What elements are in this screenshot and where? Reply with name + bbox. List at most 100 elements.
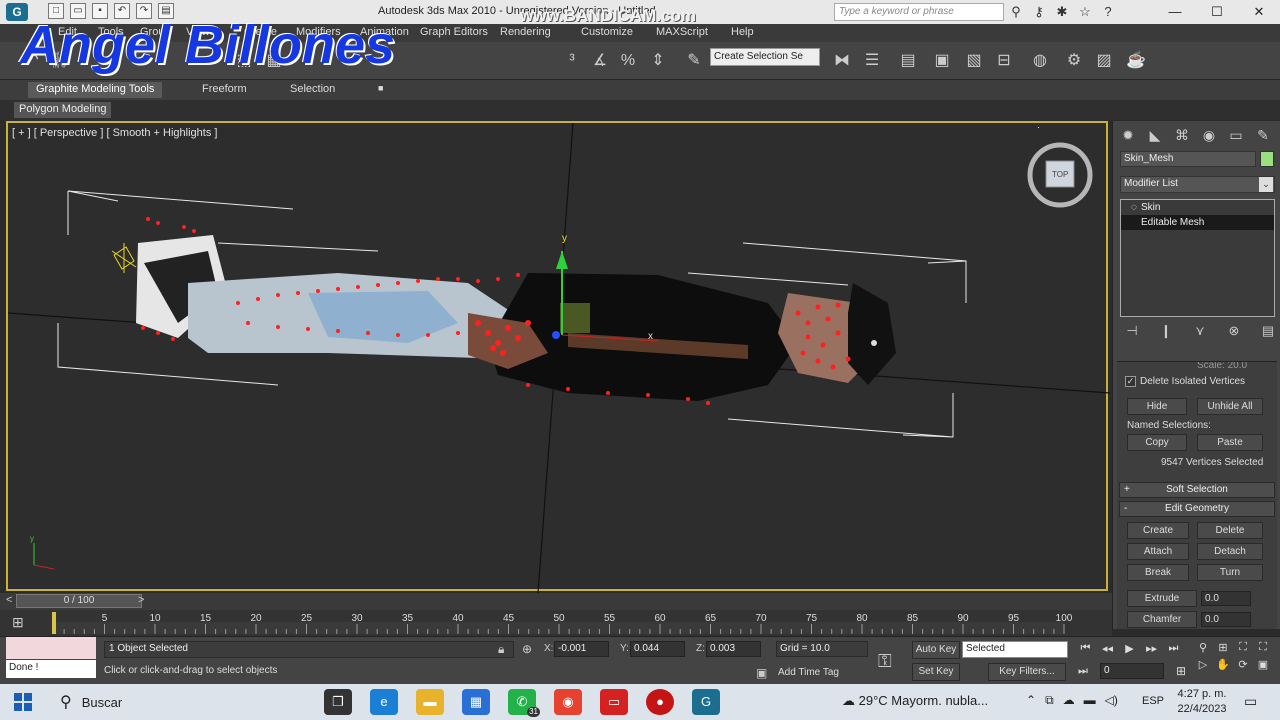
chevron-up-icon[interactable]: ⌃ — [1026, 693, 1036, 708]
tab-selection[interactable]: Selection — [282, 82, 343, 98]
next-key-icon[interactable]: ▸▸ — [1144, 642, 1159, 655]
auto-key-button[interactable]: Auto Key — [912, 641, 960, 659]
zoom-icon[interactable]: ⚲ — [1196, 641, 1210, 654]
z-coordinate-field[interactable]: 0.003 — [706, 641, 761, 657]
taskbar-search[interactable]: ⚲ Buscar — [54, 688, 244, 716]
maxscript-listener-input[interactable] — [6, 637, 96, 659]
hierarchy-tab-icon[interactable]: ⌘ — [1171, 125, 1193, 145]
previous-key-icon[interactable]: ◂◂ — [1100, 642, 1115, 655]
curve-editor-mini-icon[interactable]: ⊞ — [12, 614, 24, 631]
previous-frame-icon[interactable]: < — [6, 594, 12, 606]
lock-selection-icon[interactable]: 🔒︎ — [498, 642, 504, 657]
menu-maxscript[interactable]: MAXScript — [656, 26, 708, 38]
lightbulb-icon[interactable]: ◌ — [1131, 200, 1137, 215]
configure-sets-icon[interactable]: ▤ — [1257, 323, 1279, 341]
break-button[interactable]: Break — [1127, 564, 1189, 581]
curve-editor-icon[interactable]: ▧ — [962, 50, 986, 72]
input-language[interactable]: ESP — [1142, 695, 1164, 707]
render-setup-icon[interactable]: ⚙ — [1062, 50, 1086, 72]
subscription-icon[interactable]: ✱ — [1054, 4, 1070, 20]
current-frame-field[interactable]: 0 — [1100, 663, 1164, 679]
time-configuration-icon[interactable]: ⊞ — [1176, 664, 1186, 678]
set-keys-icon[interactable]: ⚿ — [878, 651, 892, 672]
weather-widget[interactable]: ☁ 29°C Mayorm. nubla... — [842, 693, 988, 709]
detach-button[interactable]: Detach — [1197, 543, 1263, 560]
set-key-button[interactable]: Set Key — [912, 663, 960, 681]
favorites-star-icon[interactable]: ☆ — [1077, 4, 1093, 20]
viewport-label[interactable]: [ + ] [ Perspective ] [ Smooth + Highlig… — [12, 127, 217, 139]
hide-button[interactable]: Hide — [1127, 398, 1187, 415]
edit-geometry-rollout[interactable]: - Edit Geometry — [1119, 501, 1275, 517]
show-end-result-icon[interactable]: ❙ — [1155, 323, 1177, 341]
material-editor-icon[interactable]: ◍ — [1028, 50, 1052, 72]
create-tab-icon[interactable]: ✹ — [1117, 125, 1139, 145]
orbit-icon[interactable]: ⟳ — [1236, 658, 1250, 671]
close-button[interactable]: ✕ — [1238, 0, 1280, 24]
delete-isolated-checkbox[interactable]: ✓ Delete Isolated Vertices — [1125, 376, 1245, 387]
field-of-view-icon[interactable]: ▷ — [1196, 658, 1210, 671]
menu-rendering[interactable]: Rendering — [500, 26, 551, 38]
copy-button[interactable]: Copy — [1127, 434, 1187, 451]
menu-help[interactable]: Help — [731, 26, 754, 38]
chamfer-amount-spinner[interactable]: 0.0 — [1201, 612, 1251, 627]
key-search-icon[interactable]: ⚷ — [1031, 4, 1047, 20]
add-time-tag-button[interactable]: Add Time Tag — [778, 667, 839, 678]
minimize-button[interactable]: — — [1154, 0, 1196, 24]
chrome-icon[interactable]: ◉ — [554, 689, 582, 715]
zoom-extents-icon[interactable]: ⛶ — [1236, 641, 1250, 654]
menu-graph-editors[interactable]: Graph Editors — [420, 26, 488, 38]
zoom-all-icon[interactable]: ⊞ — [1216, 641, 1230, 654]
time-tag-icon[interactable]: ▣ — [756, 666, 767, 680]
motion-tab-icon[interactable]: ◉ — [1198, 125, 1220, 145]
object-name-field[interactable]: Skin_Mesh — [1120, 151, 1256, 167]
modify-tab-icon[interactable]: ◣ — [1144, 125, 1166, 145]
mirror-icon[interactable]: ⧓ — [830, 50, 854, 72]
time-slider[interactable]: < 0 / 100 > — [0, 593, 1112, 610]
maximize-viewport-icon[interactable]: ▣ — [1256, 658, 1270, 671]
maxscript-output[interactable]: Done ! — [6, 660, 96, 678]
named-selection-set-dropdown[interactable]: Create Selection Se — [710, 48, 820, 66]
3ds-max-taskbar-icon[interactable]: G — [692, 689, 720, 715]
onedrive-icon[interactable]: ☁ — [1063, 693, 1075, 708]
bandicam-record-icon[interactable]: ● — [646, 689, 674, 715]
tab-freeform[interactable]: Freeform — [194, 82, 255, 98]
schematic-view-icon[interactable]: ⊟ — [992, 50, 1016, 72]
soft-selection-rollout[interactable]: + Soft Selection — [1119, 482, 1275, 498]
rendered-frame-icon[interactable]: ▨ — [1092, 50, 1116, 72]
whatsapp-icon[interactable]: ✆ 31 — [508, 689, 540, 717]
chevron-down-icon[interactable]: ⌄ — [1259, 177, 1273, 192]
layer-manager-icon[interactable]: ▤ — [896, 50, 920, 72]
chamfer-button[interactable]: Chamfer — [1127, 611, 1197, 628]
spinner-snap-icon[interactable]: ⇕ — [646, 50, 670, 72]
volume-icon[interactable]: ◁) — [1105, 693, 1118, 708]
zoom-extents-all-icon[interactable]: ⛶ — [1256, 641, 1270, 654]
menu-customize[interactable]: Customize — [581, 26, 633, 38]
delete-button[interactable]: Delete — [1197, 522, 1263, 539]
align-icon[interactable]: ☰ — [860, 50, 884, 72]
red-app-icon[interactable]: ▭ — [600, 689, 628, 715]
viewcube-icon[interactable]: TOP — [1027, 142, 1093, 208]
snap-3d-icon[interactable]: ³ — [560, 50, 584, 72]
system-clock[interactable]: 4:27 p. m. 22/4/2023 — [1172, 687, 1232, 717]
key-mode-icon[interactable]: ⏭ — [1078, 665, 1088, 678]
task-view-icon[interactable]: ❐ — [324, 689, 352, 715]
windows-start-icon[interactable] — [14, 693, 32, 711]
x-coordinate-field[interactable]: -0.001 — [554, 641, 609, 657]
maximize-button[interactable]: ☐ — [1196, 0, 1238, 24]
y-coordinate-field[interactable]: 0.044 — [630, 641, 685, 657]
render-teapot-icon[interactable]: ☕ — [1124, 50, 1148, 72]
microsoft-store-icon[interactable]: ▦ — [462, 689, 490, 715]
key-filters-button[interactable]: Key Filters... — [988, 663, 1066, 681]
display-tab-icon[interactable]: ▭ — [1225, 125, 1247, 145]
turn-button[interactable]: Turn — [1197, 564, 1263, 581]
stack-item-editable-mesh[interactable]: Editable Mesh — [1121, 215, 1274, 230]
light-helper-icon[interactable] — [111, 243, 137, 273]
dropbox-icon[interactable]: ⧉ — [1045, 693, 1054, 708]
key-selection-dropdown[interactable]: Selected — [962, 641, 1068, 658]
modifier-list-dropdown[interactable]: Modifier List ⌄ — [1120, 176, 1275, 193]
unhide-all-button[interactable]: Unhide All — [1197, 398, 1263, 415]
current-frame-marker[interactable] — [52, 612, 56, 634]
track-bar[interactable]: 5 10 15 20 25 30 35 40 45 50 55 60 65 70 75 80 85 90 95 100… — [0, 610, 1112, 636]
next-frame-icon[interactable]: > — [138, 594, 144, 606]
create-button[interactable]: Create — [1127, 522, 1189, 539]
